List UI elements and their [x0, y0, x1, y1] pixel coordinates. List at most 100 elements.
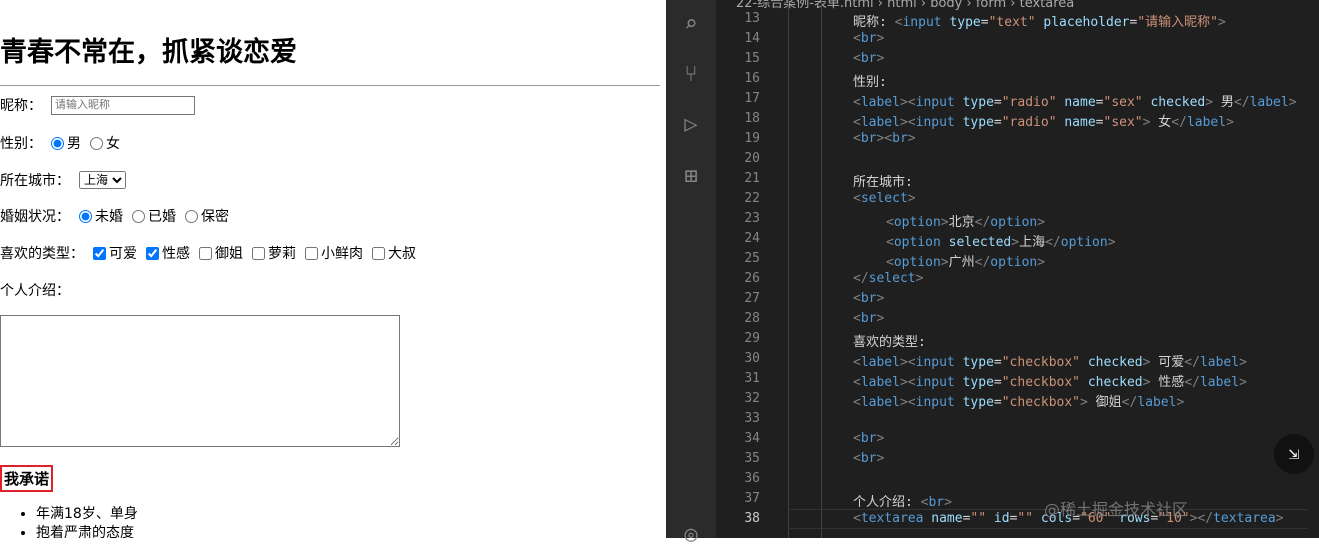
code-token: >	[876, 51, 885, 66]
radio[interactable]	[132, 209, 145, 223]
code-token: type	[954, 355, 994, 370]
gender-female-radio[interactable]	[90, 136, 103, 150]
code-token: "请输入昵称"	[1137, 15, 1218, 30]
breadcrumb[interactable]: 22-综合案例-表单.html › html › body › form › t…	[736, 0, 1074, 11]
type-option[interactable]: 萝莉	[252, 243, 296, 263]
code-token: >	[1275, 511, 1284, 526]
source-control-icon[interactable]: ⑂	[678, 62, 704, 88]
code-token: input	[915, 375, 955, 390]
promise-heading: 我承诺	[0, 465, 54, 492]
gender-male-radio[interactable]	[51, 136, 64, 150]
marital-married[interactable]: 已婚	[132, 206, 176, 226]
option-label: 可爱	[109, 246, 137, 262]
code-token: </	[974, 215, 991, 230]
line-number: 34	[744, 431, 760, 446]
option-label: 御姐	[215, 246, 243, 262]
code-token: <	[853, 395, 861, 410]
line-number: 31	[744, 371, 760, 386]
code-token: input	[915, 95, 955, 110]
code-token: "text"	[988, 15, 1036, 30]
picture-in-picture-icon[interactable]: ⇲	[1274, 434, 1314, 474]
watermark: @稀土掘金技术社区	[1044, 500, 1189, 519]
option-label: 男	[67, 136, 81, 152]
search-icon[interactable]: ⌕	[678, 12, 704, 38]
code-token: option	[990, 255, 1038, 270]
code-token: "checkbox"	[1001, 395, 1081, 410]
line-number: 13	[744, 11, 760, 26]
type-option[interactable]: 可爱	[93, 243, 137, 263]
marital-row: 婚姻状况： 未婚 已婚 保密	[0, 206, 229, 226]
run-debug-icon[interactable]: ▷	[678, 112, 704, 138]
checkbox[interactable]	[199, 246, 212, 260]
code-token: ><	[899, 355, 916, 370]
code-token: </	[1184, 355, 1200, 370]
checkbox[interactable]	[146, 246, 159, 260]
nickname-input[interactable]	[51, 95, 195, 115]
checkbox[interactable]	[372, 246, 385, 260]
code-token: name	[1056, 95, 1096, 110]
code-token: label	[860, 95, 900, 110]
code-line: <br>	[853, 311, 884, 326]
code-token: br	[860, 311, 877, 326]
radio[interactable]	[79, 209, 92, 223]
option-label: 保密	[201, 209, 229, 225]
code-token: >	[1011, 235, 1020, 250]
type-row: 喜欢的类型： 可爱 性感 御姐 萝莉 小鲜肉 大叔	[0, 243, 416, 263]
code-token: type	[954, 95, 994, 110]
promise-list: 年满18岁、单身 抱着严肃的态度	[36, 505, 138, 538]
code-token: </	[1184, 375, 1200, 390]
marital-label: 婚姻状况：	[0, 209, 70, 225]
marital-secret[interactable]: 保密	[185, 206, 229, 226]
line-number: 38	[744, 511, 760, 526]
code-token: option	[893, 235, 941, 250]
code-token: label	[860, 115, 900, 130]
code-line: <option selected>上海</option>	[886, 231, 1116, 250]
code-token: br	[860, 291, 877, 306]
radio[interactable]	[185, 209, 198, 223]
marital-unmarried[interactable]: 未婚	[79, 206, 123, 226]
code-token: type	[954, 395, 994, 410]
code-token: br	[860, 431, 877, 446]
code-token: "sex"	[1103, 115, 1143, 130]
code-token: >	[1037, 215, 1046, 230]
city-select[interactable]: 上海	[79, 171, 126, 189]
code-token: <	[853, 115, 861, 130]
checkbox[interactable]	[93, 246, 106, 260]
type-option[interactable]: 大叔	[372, 243, 416, 263]
code-token: =	[993, 395, 1002, 410]
gender-female[interactable]: 女	[90, 133, 120, 153]
nickname-row: 昵称：	[0, 95, 195, 115]
code-line: <option>广州</option>	[886, 251, 1045, 270]
code-token: </	[1121, 395, 1138, 410]
code-token: label	[1186, 115, 1227, 130]
type-option[interactable]: 性感	[146, 243, 190, 263]
intro-textarea[interactable]	[0, 315, 400, 447]
checkbox[interactable]	[252, 246, 265, 260]
type-option[interactable]: 御姐	[199, 243, 243, 263]
code-token: "checkbox"	[1001, 375, 1081, 390]
code-token: <	[853, 511, 861, 526]
line-number: 21	[744, 171, 760, 186]
code-token: label	[1199, 355, 1240, 370]
code-token: label	[860, 375, 900, 390]
line-number: 20	[744, 151, 760, 166]
code-token: "radio"	[1001, 115, 1057, 130]
type-option[interactable]: 小鲜肉	[305, 243, 363, 263]
code-token: input	[902, 15, 942, 30]
code-token: id	[986, 511, 1010, 526]
code-token: =	[980, 15, 989, 30]
code-token: =	[993, 115, 1002, 130]
code-token: <	[853, 95, 861, 110]
line-number: 15	[744, 51, 760, 66]
gender-male[interactable]: 男	[51, 133, 81, 153]
code-token: >	[1226, 115, 1234, 130]
code-token: "checkbox"	[1001, 355, 1081, 370]
code-token: <	[853, 431, 861, 446]
account-icon[interactable]: ◎	[678, 522, 704, 548]
extensions-icon[interactable]: ⊞	[678, 164, 704, 190]
code-token: >	[876, 31, 885, 46]
code-token: =	[993, 375, 1002, 390]
code-token: input	[915, 115, 955, 130]
checkbox[interactable]	[305, 246, 318, 260]
code-token: >	[876, 431, 885, 446]
